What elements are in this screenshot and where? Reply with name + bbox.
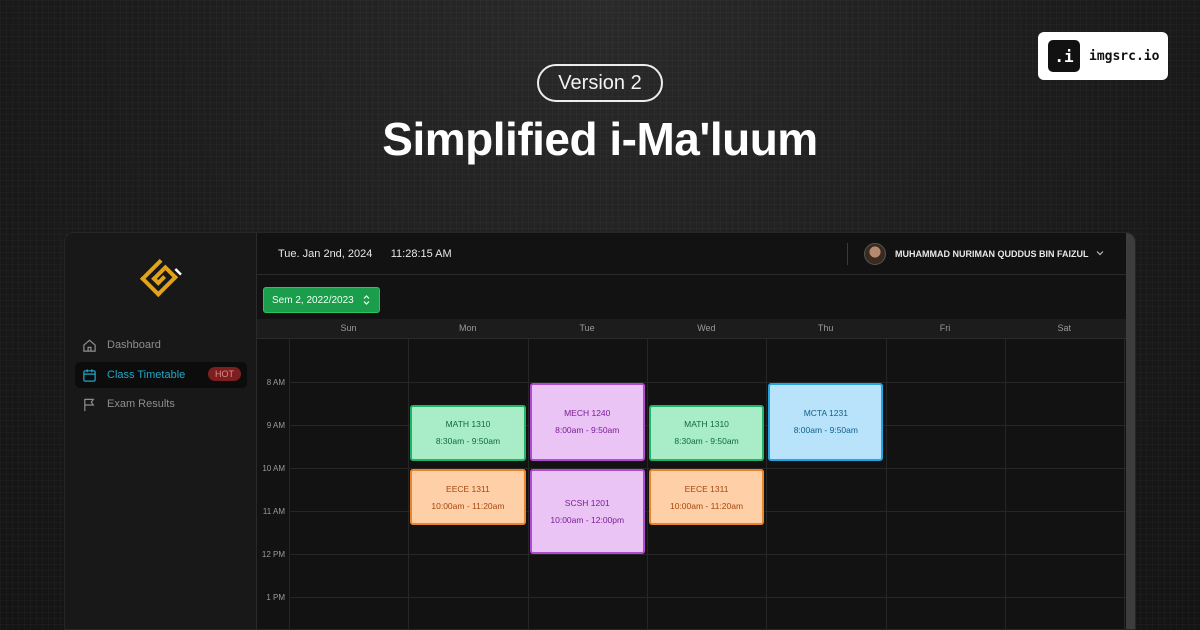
event-time-range: 8:00am - 9:50am bbox=[555, 425, 620, 436]
class-event-mech-1240[interactable]: MECH 1240 8:00am - 9:50am bbox=[529, 383, 645, 461]
time-label: 8 AM bbox=[266, 378, 285, 387]
chevron-up-down-icon bbox=[363, 295, 370, 305]
event-course-code: SCSH 1201 bbox=[564, 498, 610, 508]
grid-hour-line bbox=[289, 382, 1126, 383]
event-time-range: 10:00am - 11:20am bbox=[669, 500, 744, 511]
day-header-mon: Mon bbox=[459, 323, 477, 333]
sidebar-item-label: Dashboard bbox=[107, 339, 161, 351]
event-course-code: MECH 1240 bbox=[564, 408, 611, 419]
time-label: 10 AM bbox=[262, 464, 285, 473]
date-text: Tue. Jan 2nd, 2024 bbox=[278, 248, 373, 260]
event-time-range: 8:30am - 9:50am bbox=[674, 436, 739, 447]
version-badge: Version 2 bbox=[537, 64, 663, 102]
event-time-range: 8:00am - 9:50am bbox=[793, 425, 858, 436]
calendar-header: Sun Mon Tue Wed Thu Fri Sat bbox=[257, 319, 1126, 339]
day-header-fri: Fri bbox=[939, 323, 951, 333]
day-header-tue: Tue bbox=[579, 323, 595, 333]
event-time-range: 10:00am - 12:00pm bbox=[550, 515, 625, 525]
imgsrc-badge[interactable]: .i imgsrc.io bbox=[1038, 32, 1168, 80]
event-course-code: MATH 1310 bbox=[684, 419, 729, 430]
sidebar-item-label: Class Timetable bbox=[107, 369, 186, 381]
scrollbar[interactable] bbox=[1126, 233, 1135, 629]
current-date: Tue. Jan 2nd, 2024 11:28:15 AM bbox=[278, 248, 452, 260]
imgsrc-label: imgsrc.io bbox=[1089, 48, 1160, 64]
event-time-range: 8:30am - 9:50am bbox=[435, 436, 501, 447]
hero-title: Simplified i-Ma'luum bbox=[382, 113, 818, 165]
class-event-mcta-1231[interactable]: MCTA 1231 8:00am - 9:50am bbox=[768, 383, 884, 461]
sidebar-item-exam-results[interactable]: Exam Results bbox=[75, 391, 247, 417]
app-window: Dashboard Class Timetable HOT Exam Resul… bbox=[64, 232, 1136, 630]
divider bbox=[847, 243, 848, 265]
day-header-thu: Thu bbox=[817, 323, 834, 333]
home-icon bbox=[83, 339, 96, 352]
time-label: 11 AM bbox=[262, 507, 285, 516]
event-course-code: MCTA 1231 bbox=[803, 408, 848, 419]
class-event-scsh-1201[interactable]: SCSH 1201 10:00am - 12:00pm bbox=[529, 469, 645, 554]
time-label: 9 AM bbox=[266, 421, 285, 430]
class-event-eece-1311[interactable]: EECE 1311 10:00am - 11:20am bbox=[410, 469, 526, 526]
time-label: 1 PM bbox=[266, 593, 285, 602]
user-name[interactable]: MUHAMMAD NURIMAN QUDDUS BIN FAIZUL bbox=[895, 249, 1088, 259]
imgsrc-logo-icon: .i bbox=[1048, 40, 1080, 72]
sidebar-item-class-timetable[interactable]: Class Timetable HOT bbox=[75, 362, 247, 388]
event-time-range: 10:00am - 11:20am bbox=[431, 500, 505, 511]
class-event-math-1310[interactable]: MATH 1310 8:30am - 9:50am bbox=[410, 404, 526, 461]
event-course-code: EECE 1311 bbox=[446, 483, 490, 494]
grid-hour-line bbox=[289, 554, 1126, 555]
semester-select[interactable]: Sem 2, 2022/2023 bbox=[263, 287, 380, 313]
class-event-eece-1311[interactable]: EECE 1311 10:00am - 11:20am bbox=[648, 469, 765, 526]
avatar[interactable] bbox=[864, 243, 886, 265]
day-header-sat: Sat bbox=[1057, 323, 1072, 333]
topbar: Tue. Jan 2nd, 2024 11:28:15 AM MUHAMMAD … bbox=[257, 233, 1135, 275]
calendar-icon bbox=[83, 368, 96, 382]
grid-hour-line bbox=[289, 597, 1126, 598]
time-label: 12 PM bbox=[261, 550, 285, 559]
flag-icon bbox=[84, 398, 95, 411]
sidebar-item-label: Exam Results bbox=[107, 398, 175, 410]
kufi-square-logo-icon[interactable] bbox=[139, 257, 185, 299]
event-course-code: MATH 1310 bbox=[445, 419, 491, 430]
event-course-code: EECE 1311 bbox=[684, 483, 729, 494]
class-event-math-1310[interactable]: MATH 1310 8:30am - 9:50am bbox=[648, 404, 765, 461]
day-header-wed: Wed bbox=[697, 323, 716, 333]
sidebar-item-dashboard[interactable]: Dashboard bbox=[75, 332, 247, 358]
semester-value: Sem 2, 2022/2023 bbox=[272, 294, 354, 306]
hot-badge: HOT bbox=[208, 367, 241, 381]
time-text: 11:28:15 AM bbox=[390, 248, 452, 260]
sidebar: Dashboard Class Timetable HOT Exam Resul… bbox=[65, 233, 257, 629]
chevron-down-icon[interactable] bbox=[1095, 248, 1105, 258]
day-header-sun: Sun bbox=[340, 323, 357, 333]
calendar-week-view: Sun Mon Tue Wed Thu Fri Sat 8 AM 9 AM 10 AM 11 AM… bbox=[257, 319, 1126, 629]
